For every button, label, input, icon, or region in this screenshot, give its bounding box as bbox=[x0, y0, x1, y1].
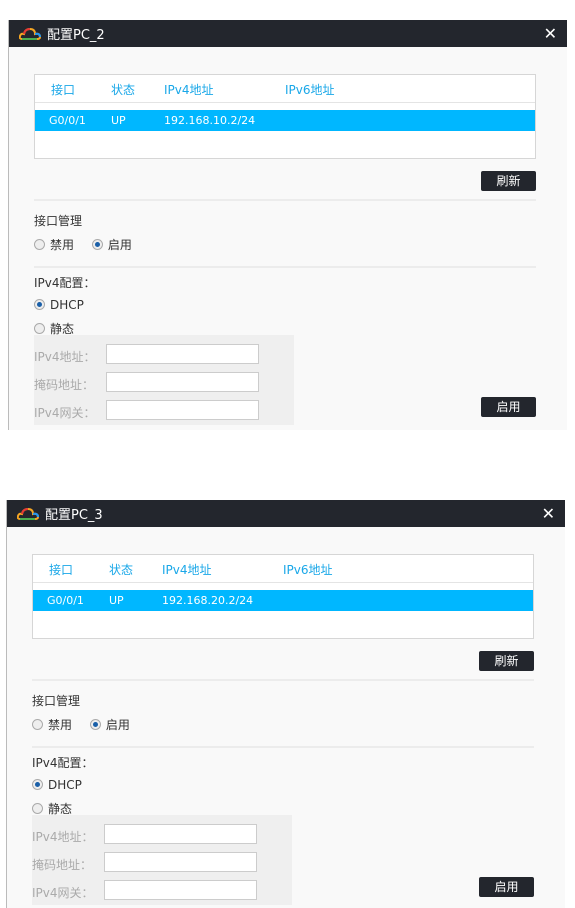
cell-interface: G0/0/1 bbox=[49, 114, 86, 127]
refresh-button[interactable]: 刷新 bbox=[479, 651, 534, 671]
column-header: IPv4地址 bbox=[164, 83, 214, 97]
dialog-title: 配置PC_2 bbox=[47, 28, 105, 43]
cell-status: UP bbox=[111, 114, 126, 127]
radio-enable[interactable]: 启用 bbox=[89, 718, 130, 732]
close-icon[interactable]: ✕ bbox=[544, 24, 557, 43]
interface-table: 接口 状态 IPv4地址 IPv6地址 G0/0/1 UP 192.168.10… bbox=[34, 74, 536, 159]
radio-label: DHCP bbox=[48, 778, 82, 792]
cell-status: UP bbox=[109, 594, 124, 607]
radio-dhcp[interactable]: DHCP bbox=[32, 778, 82, 792]
table-header: 接口 状态 IPv4地址 IPv6地址 bbox=[35, 75, 535, 103]
ipv4-address-input[interactable] bbox=[104, 824, 257, 844]
mask-label: 掩码地址： bbox=[34, 378, 95, 392]
ipv4-address-input[interactable] bbox=[106, 344, 259, 364]
radio-label: 禁用 bbox=[50, 238, 75, 252]
radio-label: DHCP bbox=[50, 298, 84, 312]
interface-management-label: 接口管理 bbox=[32, 694, 81, 708]
radio-icon bbox=[34, 323, 45, 334]
interface-state-radios: 禁用 启用 bbox=[32, 716, 130, 733]
ipv4-address-label: IPv4地址： bbox=[34, 350, 96, 364]
radio-label: 启用 bbox=[107, 238, 132, 252]
radio-label: 禁用 bbox=[48, 718, 73, 732]
radio-enable[interactable]: 启用 bbox=[91, 238, 132, 252]
radio-disable[interactable]: 禁用 bbox=[34, 238, 74, 252]
interface-table: 接口 状态 IPv4地址 IPv6地址 G0/0/1 UP 192.168.20… bbox=[32, 554, 534, 639]
table-row[interactable]: G0/0/1 UP 192.168.20.2/24 bbox=[33, 590, 533, 611]
refresh-button[interactable]: 刷新 bbox=[481, 171, 536, 191]
cloud-logo-icon bbox=[19, 27, 41, 40]
ipv4-config-label: IPv4配置： bbox=[32, 756, 94, 770]
interface-management-label: 接口管理 bbox=[34, 214, 83, 228]
radio-selected-icon bbox=[91, 239, 103, 250]
apply-button[interactable]: 启用 bbox=[479, 877, 534, 897]
interface-state-radios: 禁用 启用 bbox=[34, 236, 132, 253]
mask-label: 掩码地址： bbox=[32, 858, 93, 872]
ipv4-address-label: IPv4地址： bbox=[32, 830, 94, 844]
mask-input[interactable] bbox=[104, 852, 257, 872]
column-header: 状态 bbox=[109, 563, 134, 577]
radio-icon bbox=[32, 719, 43, 730]
radio-label: 启用 bbox=[105, 718, 130, 732]
gateway-label: IPv4网关： bbox=[32, 886, 94, 900]
title-bar[interactable]: 配置PC_3 ✕ bbox=[7, 500, 565, 527]
column-header: 状态 bbox=[111, 83, 136, 97]
config-dialog: 配置PC_2 ✕ 接口 状态 IPv4地址 IPv6地址 G0/0/1 UP 1… bbox=[8, 20, 567, 430]
column-header: 接口 bbox=[51, 83, 76, 97]
divider bbox=[34, 266, 536, 268]
divider bbox=[32, 746, 534, 748]
gateway-input[interactable] bbox=[104, 880, 257, 900]
column-header: IPv4地址 bbox=[162, 563, 212, 577]
divider bbox=[34, 199, 536, 201]
radio-icon bbox=[34, 239, 45, 250]
cell-interface: G0/0/1 bbox=[47, 594, 84, 607]
cloud-logo-icon bbox=[17, 507, 39, 520]
close-icon[interactable]: ✕ bbox=[542, 504, 555, 523]
cell-ipv4: 192.168.10.2/24 bbox=[164, 114, 256, 127]
cell-ipv4: 192.168.20.2/24 bbox=[162, 594, 254, 607]
static-config-panel: IPv4地址： 掩码地址： IPv4网关： bbox=[34, 335, 294, 425]
radio-icon bbox=[32, 803, 43, 814]
config-dialog: 配置PC_3 ✕ 接口 状态 IPv4地址 IPv6地址 G0/0/1 UP 1… bbox=[6, 500, 565, 908]
table-header: 接口 状态 IPv4地址 IPv6地址 bbox=[33, 555, 533, 583]
column-header: IPv6地址 bbox=[283, 563, 333, 577]
mask-input[interactable] bbox=[106, 372, 259, 392]
radio-label: 静态 bbox=[48, 802, 73, 816]
radio-dhcp[interactable]: DHCP bbox=[34, 298, 84, 312]
ipv4-config-label: IPv4配置： bbox=[34, 276, 96, 290]
radio-selected-icon bbox=[34, 299, 45, 310]
static-config-panel: IPv4地址： 掩码地址： IPv4网关： bbox=[32, 815, 292, 905]
title-bar[interactable]: 配置PC_2 ✕ bbox=[9, 20, 567, 47]
column-header: 接口 bbox=[49, 563, 74, 577]
radio-selected-icon bbox=[32, 779, 43, 790]
divider bbox=[32, 679, 534, 681]
gateway-input[interactable] bbox=[106, 400, 259, 420]
dialog-title: 配置PC_3 bbox=[45, 508, 103, 523]
gateway-label: IPv4网关： bbox=[34, 406, 96, 420]
column-header: IPv6地址 bbox=[285, 83, 335, 97]
table-row[interactable]: G0/0/1 UP 192.168.10.2/24 bbox=[35, 110, 535, 131]
apply-button[interactable]: 启用 bbox=[481, 397, 536, 417]
radio-selected-icon bbox=[89, 719, 101, 730]
radio-label: 静态 bbox=[50, 322, 75, 336]
radio-disable[interactable]: 禁用 bbox=[32, 718, 72, 732]
